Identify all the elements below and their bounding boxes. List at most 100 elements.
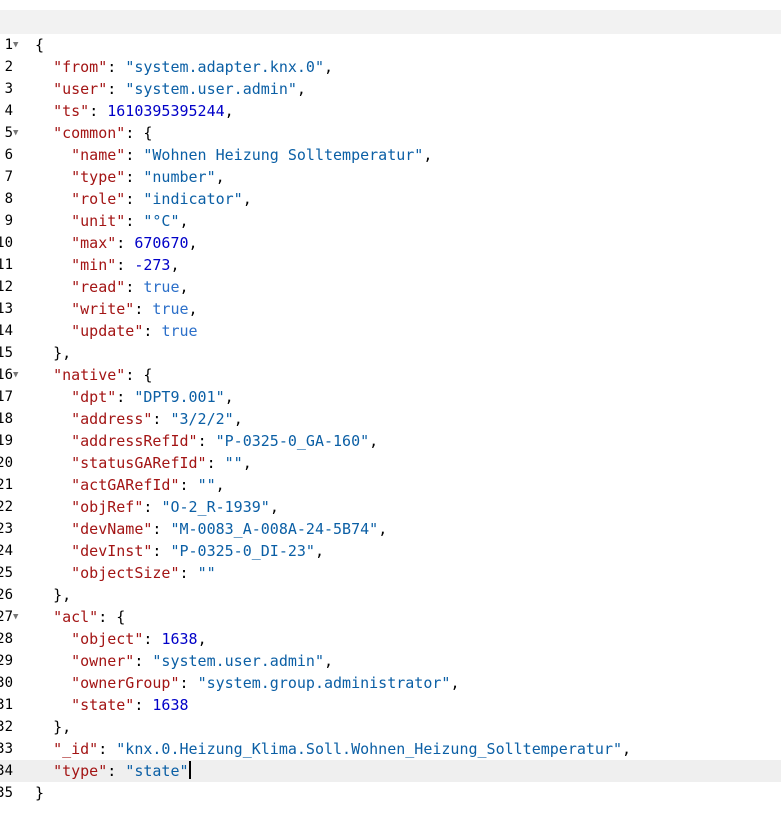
code-line[interactable]: 18 "address": "3/2/2", xyxy=(0,408,781,430)
json-key: "dpt" xyxy=(71,388,117,406)
code-line[interactable]: 30 "ownerGroup": "system.group.administr… xyxy=(0,672,781,694)
json-punctuation: : xyxy=(143,322,162,340)
line-gutter: 7 xyxy=(0,166,27,188)
code-line[interactable]: 10 "max": 670670, xyxy=(0,232,781,254)
code-line[interactable]: 25 "objectSize": "" xyxy=(0,562,781,584)
json-boolean: true xyxy=(152,300,189,318)
line-number: 17 xyxy=(0,389,13,405)
json-key: "role" xyxy=(71,190,126,208)
json-punctuation: : xyxy=(143,630,162,648)
code-line[interactable]: 21 "actGARefId": "", xyxy=(0,474,781,496)
json-punctuation: , xyxy=(450,674,460,692)
code-line[interactable]: 34 "type": "state" xyxy=(0,760,781,782)
line-number: 12 xyxy=(0,279,13,295)
code-line[interactable]: 22 "objRef": "O-2_R-1939", xyxy=(0,496,781,518)
code-line[interactable]: 31 "state": 1638 xyxy=(0,694,781,716)
line-gutter: 18 xyxy=(0,408,27,430)
code-line[interactable]: 1 ▼ { xyxy=(0,34,781,56)
fold-toggle-icon[interactable]: ▼ xyxy=(13,122,18,144)
json-punctuation: , xyxy=(188,234,198,252)
json-punctuation: : xyxy=(125,278,144,296)
json-punctuation: : xyxy=(116,388,135,406)
code-line[interactable]: 15 }, xyxy=(0,342,781,364)
json-number: 1638 xyxy=(161,630,198,648)
line-number: 21 xyxy=(0,477,13,493)
code-line[interactable]: 16 ▼ "native": { xyxy=(0,364,781,386)
code-text: "update": true xyxy=(35,320,197,342)
line-number: 4 xyxy=(4,103,13,119)
code-line[interactable]: 19 "addressRefId": "P-0325-0_GA-160", xyxy=(0,430,781,452)
json-number: 670670 xyxy=(134,234,189,252)
json-punctuation: : xyxy=(134,300,153,318)
line-number: 24 xyxy=(0,543,13,559)
json-key: "acl" xyxy=(53,608,99,626)
line-gutter: 2 xyxy=(0,56,27,78)
code-line[interactable]: 6 "name": "Wohnen Heizung Solltemperatur… xyxy=(0,144,781,166)
json-string: "3/2/2" xyxy=(170,410,234,428)
json-punctuation: }, xyxy=(53,586,72,604)
line-number: 29 xyxy=(0,653,13,669)
code-line[interactable]: 35} xyxy=(0,782,781,804)
json-key: "native" xyxy=(53,366,126,384)
line-number: 27 xyxy=(0,609,13,625)
json-punctuation: : xyxy=(125,212,144,230)
json-key: "write" xyxy=(71,300,135,318)
line-number: 18 xyxy=(0,411,13,427)
json-code-editor[interactable]: 1 ▼{2 "from": "system.adapter.knx.0", 3 "u… xyxy=(0,34,781,813)
code-text: "ownerGroup": "system.group.administrato… xyxy=(35,672,459,694)
code-line[interactable]: 24 "devInst": "P-0325-0_DI-23", xyxy=(0,540,781,562)
json-punctuation: : xyxy=(152,520,171,538)
json-punctuation: : xyxy=(179,476,198,494)
json-number: 1610395395244 xyxy=(107,102,225,120)
line-number: 19 xyxy=(0,433,13,449)
line-gutter: 33 xyxy=(0,738,27,760)
line-gutter: 14 xyxy=(0,320,27,342)
json-punctuation: , xyxy=(324,58,334,76)
fold-toggle-icon[interactable]: ▼ xyxy=(13,34,18,56)
json-key: "addressRefId" xyxy=(71,432,198,450)
code-line[interactable]: 11 "min": -273, xyxy=(0,254,781,276)
json-punctuation: : xyxy=(98,740,117,758)
code-text: "unit": "°C", xyxy=(35,210,188,232)
code-line[interactable]: 29 "owner": "system.user.admin", xyxy=(0,650,781,672)
code-line[interactable]: 32 }, xyxy=(0,716,781,738)
code-line[interactable]: 3 "user": "system.user.admin", xyxy=(0,78,781,100)
json-key: "state" xyxy=(71,696,135,714)
code-line[interactable]: 33 "_id": "knx.0.Heizung_Klima.Soll.Wohn… xyxy=(0,738,781,760)
line-number: 25 xyxy=(0,565,13,581)
code-line[interactable]: 26 }, xyxy=(0,584,781,606)
code-line[interactable]: 8 "role": "indicator", xyxy=(0,188,781,210)
line-number: 11 xyxy=(0,257,13,273)
code-line[interactable]: 4 "ts": 1610395395244, xyxy=(0,100,781,122)
json-punctuation: , xyxy=(369,432,379,450)
code-line[interactable]: 17 "dpt": "DPT9.001", xyxy=(0,386,781,408)
json-string: "Wohnen Heizung Solltemperatur" xyxy=(143,146,424,164)
line-number: 22 xyxy=(0,499,13,515)
json-string: "P-0325-0_DI-23" xyxy=(170,542,315,560)
json-punctuation: : xyxy=(179,674,198,692)
line-gutter: 27 ▼ xyxy=(0,606,27,628)
json-punctuation: , xyxy=(179,278,189,296)
fold-toggle-icon[interactable]: ▼ xyxy=(13,606,18,628)
line-gutter: 1 ▼ xyxy=(0,34,27,56)
json-string: "system.group.administrator" xyxy=(197,674,451,692)
code-line[interactable]: 5 ▼ "common": { xyxy=(0,122,781,144)
code-line[interactable]: 20 "statusGARefId": "", xyxy=(0,452,781,474)
code-line[interactable]: 13 "write": true, xyxy=(0,298,781,320)
code-text: } xyxy=(35,782,44,804)
code-text: }, xyxy=(35,716,71,738)
code-line[interactable]: 9 "unit": "°C", xyxy=(0,210,781,232)
code-line[interactable]: 28 "object": 1638, xyxy=(0,628,781,650)
line-gutter: 26 xyxy=(0,584,27,606)
json-punctuation: , xyxy=(314,542,324,560)
json-punctuation: , xyxy=(423,146,433,164)
fold-toggle-icon[interactable]: ▼ xyxy=(13,364,18,386)
code-line[interactable]: 27 ▼ "acl": { xyxy=(0,606,781,628)
code-line[interactable]: 12 "read": true, xyxy=(0,276,781,298)
line-number: 3 xyxy=(4,81,13,97)
code-line[interactable]: 7 "type": "number", xyxy=(0,166,781,188)
code-line[interactable]: 2 "from": "system.adapter.knx.0", xyxy=(0,56,781,78)
json-punctuation: , xyxy=(296,80,306,98)
code-line[interactable]: 23 "devName": "M-0083_A-008A-24-5B74", xyxy=(0,518,781,540)
code-line[interactable]: 14 "update": true xyxy=(0,320,781,342)
